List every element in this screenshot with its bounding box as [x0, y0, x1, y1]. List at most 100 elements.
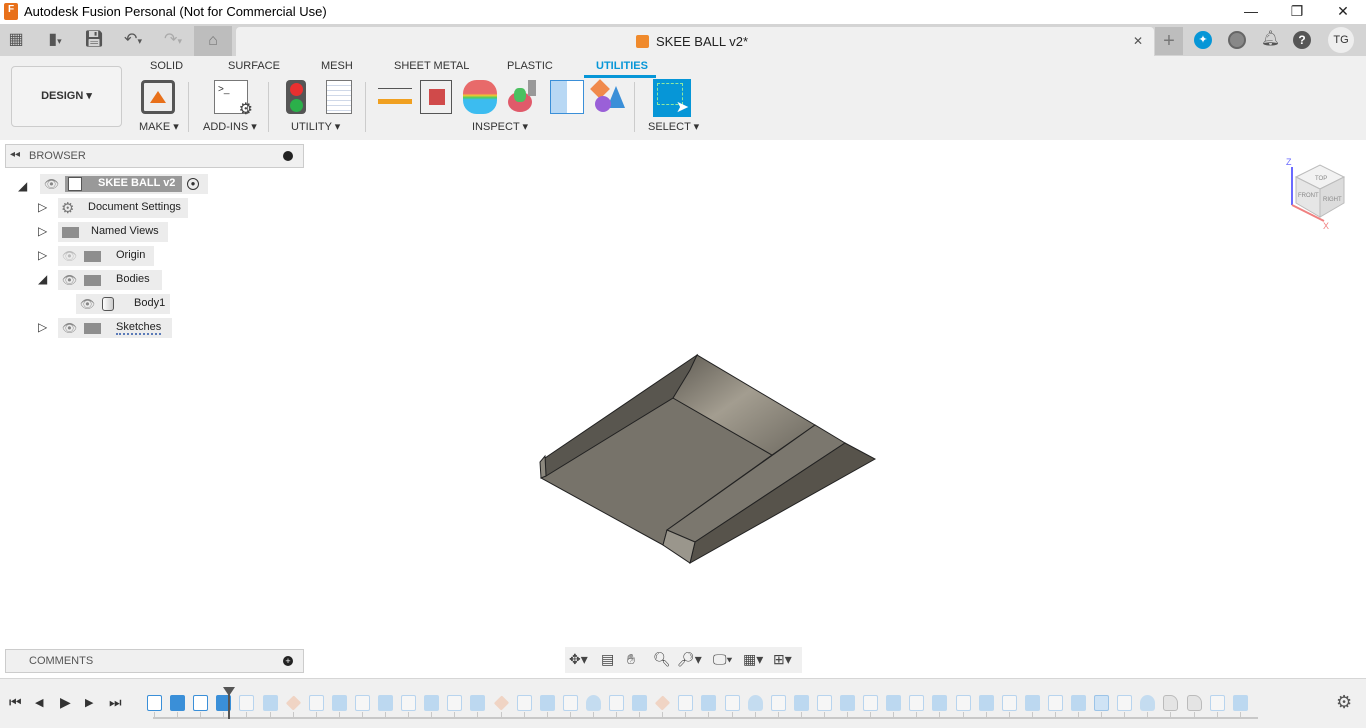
step-back-button[interactable]: ◀	[35, 696, 43, 709]
sketch-feature-icon[interactable]	[909, 695, 925, 711]
sketch-feature-icon[interactable]	[354, 695, 370, 711]
extrude-feature-icon[interactable]	[1232, 695, 1248, 711]
skee-ball-model[interactable]	[539, 353, 877, 564]
inspect-menu[interactable]: INSPECT ▾	[472, 120, 528, 133]
timeline-settings-gear-icon[interactable]: ⚙	[1336, 692, 1352, 713]
pan-icon[interactable]: ✋︎	[627, 651, 635, 668]
close-window-button[interactable]: ✕	[1320, 0, 1366, 24]
home-icon[interactable]: ⌂	[194, 26, 232, 56]
fillet-feature-icon[interactable]	[655, 695, 671, 711]
tab-utilities[interactable]: UTILITIES	[596, 60, 648, 72]
sketch-feature-icon[interactable]	[193, 695, 209, 711]
user-avatar[interactable]: TG	[1328, 27, 1354, 53]
make-menu[interactable]: MAKE ▾	[139, 120, 179, 133]
sketch-feature-icon[interactable]	[724, 695, 740, 711]
notifications-icon[interactable]: 🔔︎	[1261, 29, 1280, 47]
new-tab-button[interactable]: +	[1155, 27, 1183, 55]
shell-feature-icon[interactable]	[1186, 695, 1202, 711]
tab-plastic[interactable]: PLASTIC	[507, 60, 553, 72]
sketch-feature-icon[interactable]	[609, 695, 624, 711]
grid-settings-icon[interactable]: ▦▾	[743, 651, 763, 668]
parameters-table-icon[interactable]	[326, 80, 352, 114]
sketch-feature-icon[interactable]	[1117, 695, 1133, 711]
extrude-feature-icon[interactable]	[539, 695, 555, 711]
extrude-feature-icon[interactable]	[1024, 695, 1040, 711]
extrude-feature-icon[interactable]	[793, 695, 809, 711]
grid-icon[interactable]: ▦	[6, 28, 26, 52]
undo-button[interactable]: ↶▾	[116, 28, 150, 52]
comments-panel[interactable]: COMMENTS +	[5, 649, 304, 673]
restore-button[interactable]: ❐	[1274, 0, 1320, 24]
play-button[interactable]: ▶	[60, 694, 71, 711]
extrude-feature-icon[interactable]	[378, 695, 393, 711]
revolve-feature-icon[interactable]	[585, 695, 601, 711]
fillet-feature-icon[interactable]	[493, 695, 509, 711]
extrude-feature-icon[interactable]	[632, 695, 648, 711]
sketch-feature-icon[interactable]	[562, 695, 578, 711]
sketch-feature-icon[interactable]	[1047, 695, 1063, 711]
viewport-canvas[interactable]	[0, 140, 1366, 640]
extrude-feature-icon[interactable]	[886, 695, 902, 711]
display-settings-icon[interactable]: 🖵▾	[713, 651, 732, 668]
sketch-feature-icon[interactable]	[1209, 695, 1225, 711]
go-to-end-button[interactable]: ⏭	[109, 694, 122, 711]
shell-feature-icon[interactable]	[1163, 695, 1179, 711]
viewports-icon[interactable]: ⊞▾	[773, 651, 792, 668]
job-status-icon[interactable]	[1228, 31, 1246, 49]
addins-menu[interactable]: ADD-INS ▾	[203, 120, 257, 133]
sketch-feature-icon[interactable]	[516, 695, 532, 711]
tab-sheet-metal[interactable]: SHEET METAL	[394, 60, 469, 72]
help-icon[interactable]: ?	[1293, 31, 1311, 49]
select-icon[interactable]: ➤	[653, 79, 691, 117]
step-forward-button[interactable]: ▶	[85, 696, 93, 709]
sketch-feature-icon[interactable]	[816, 695, 832, 711]
sketch-feature-icon[interactable]	[239, 695, 255, 711]
3d-print-icon[interactable]	[141, 80, 175, 114]
tab-surface[interactable]: SURFACE	[228, 60, 280, 72]
sketch-feature-icon[interactable]	[1001, 695, 1017, 711]
scripts-addins-icon[interactable]: >_ ⚙	[214, 80, 253, 118]
extrude-feature-icon[interactable]	[262, 695, 278, 711]
extrude-feature-icon[interactable]	[701, 695, 717, 711]
sketch-feature-icon[interactable]	[401, 695, 417, 711]
tab-solid[interactable]: SOLID	[150, 60, 183, 72]
save-icon[interactable]: 💾︎	[84, 28, 104, 52]
sketch-feature-icon[interactable]	[678, 695, 694, 711]
tab-mesh[interactable]: MESH	[321, 60, 353, 72]
extrude-feature-icon[interactable]	[424, 695, 440, 711]
orbit-icon[interactable]: ✥▾	[569, 651, 588, 668]
close-tab-icon[interactable]: ✕	[1133, 34, 1143, 48]
timeline-marker[interactable]	[223, 687, 236, 719]
extrude-feature-icon[interactable]	[978, 695, 994, 711]
sketch-feature-icon[interactable]	[770, 695, 786, 711]
combine-feature-icon[interactable]	[1094, 695, 1110, 711]
document-tab[interactable]: SKEE BALL v2* ✕	[236, 27, 1154, 56]
fit-icon[interactable]: 🔎︎▾	[677, 651, 702, 668]
redo-button[interactable]: ↷▾	[156, 28, 190, 52]
revolve-feature-icon[interactable]	[747, 695, 763, 711]
extrude-feature-icon[interactable]	[470, 695, 486, 711]
file-menu-button[interactable]: ▮▾	[38, 28, 72, 52]
measure-icon[interactable]	[378, 88, 412, 104]
select-menu[interactable]: SELECT ▾	[648, 120, 699, 133]
minimize-button[interactable]: —	[1228, 0, 1274, 24]
sketch-feature-icon[interactable]	[447, 695, 463, 711]
extrude-feature-icon[interactable]	[840, 695, 855, 711]
extensions-icon[interactable]: ✦	[1194, 31, 1212, 49]
interference-icon[interactable]	[420, 80, 452, 114]
sketch-feature-icon[interactable]	[308, 695, 324, 711]
workspace-switcher[interactable]: DESIGN ▾	[11, 66, 122, 127]
fillet-feature-icon[interactable]	[285, 695, 301, 711]
sketch-feature-icon[interactable]	[863, 695, 879, 711]
zebra-analysis-icon[interactable]	[463, 80, 497, 114]
extrude-feature-icon[interactable]	[331, 695, 347, 711]
revolve-feature-icon[interactable]	[1140, 695, 1156, 711]
zoom-icon[interactable]: 🔍︎	[653, 651, 671, 668]
utility-menu[interactable]: UTILITY ▾	[291, 120, 340, 133]
extrude-feature-icon[interactable]	[170, 695, 186, 711]
look-at-icon[interactable]: ▤	[601, 651, 614, 668]
draft-analysis-icon[interactable]	[506, 80, 540, 114]
traffic-light-icon[interactable]	[286, 80, 306, 114]
section-analysis-icon[interactable]	[550, 80, 584, 114]
go-to-start-button[interactable]: ⏮	[9, 694, 22, 711]
